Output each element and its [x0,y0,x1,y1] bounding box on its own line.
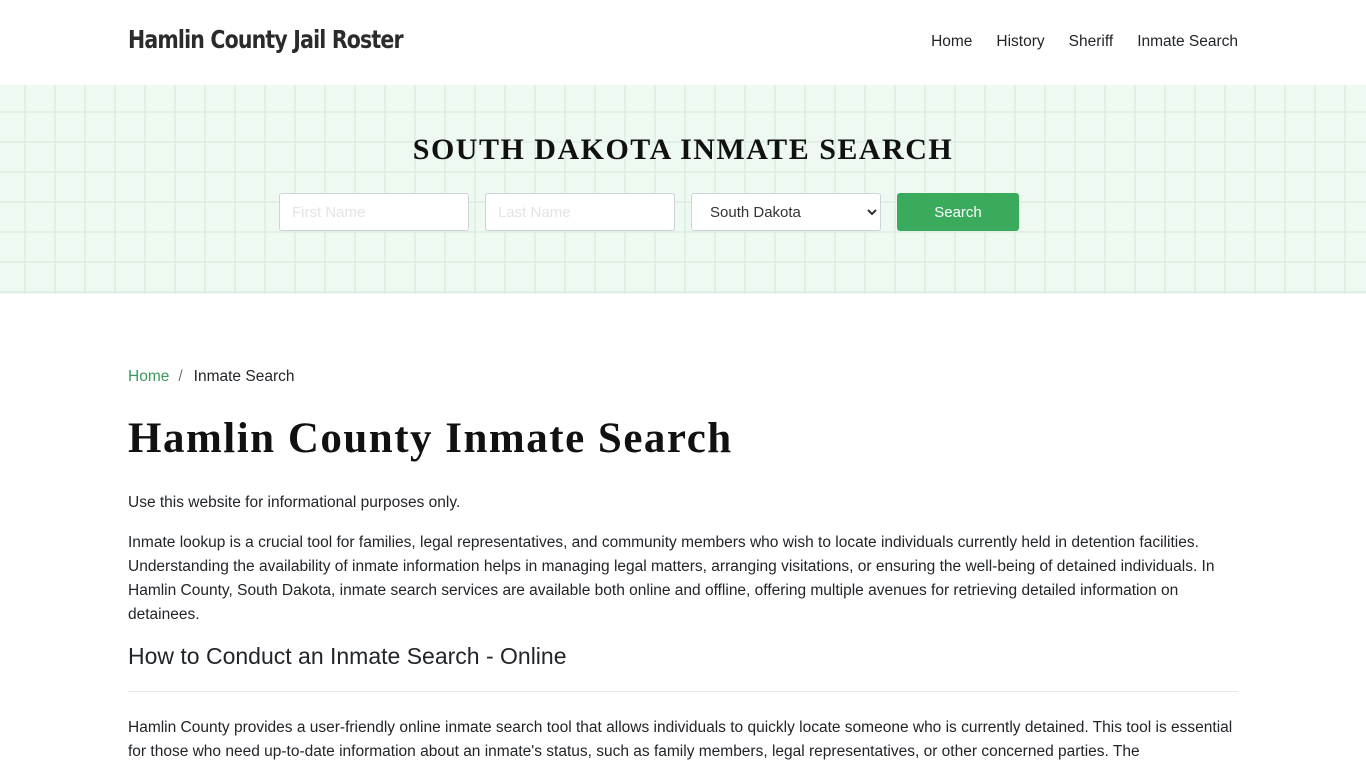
nav-item-history: History [996,33,1044,51]
first-name-input[interactable] [279,193,469,231]
nav-item-home: Home [931,33,972,51]
section-heading-online: How to Conduct an Inmate Search - Online [128,642,567,669]
main-nav: Home History Sheriff Inmate Search [931,33,1238,51]
breadcrumb: Home / Inmate Search [128,368,1238,386]
state-select[interactable]: South Dakota [691,193,881,231]
online-search-paragraph: Hamlin County provides a user-friendly o… [128,719,1233,761]
inmate-search-form: South Dakota Search [279,193,1019,231]
nav-item-sheriff: Sheriff [1069,33,1114,51]
main-content: Home / Inmate Search Hamlin County Inmat… [0,368,1366,764]
breadcrumb-current: Inmate Search [193,368,295,385]
navbar: Hamlin County Jail Roster Home History S… [0,0,1366,85]
search-hero: SOUTH DAKOTA INMATE SEARCH South Dakota … [0,85,1366,294]
section-divider [128,691,1238,693]
nav-link-inmate-search[interactable]: Inmate Search [1137,33,1238,50]
search-button[interactable]: Search [897,193,1019,231]
nav-link-history[interactable]: History [996,33,1044,50]
breadcrumb-separator: / [178,368,183,385]
page-title: Hamlin County Inmate Search [128,415,733,462]
nav-link-sheriff[interactable]: Sheriff [1069,33,1114,50]
last-name-input[interactable] [485,193,675,231]
breadcrumb-home-link[interactable]: Home [128,368,169,385]
intro-paragraph: Inmate lookup is a crucial tool for fami… [128,533,1215,623]
site-brand[interactable]: Hamlin County Jail Roster [128,25,404,54]
breadcrumb-item-home: Home [128,368,169,386]
disclaimer-text: Use this website for informational purpo… [128,493,461,511]
nav-link-home[interactable]: Home [931,33,972,50]
nav-item-inmate-search: Inmate Search [1137,33,1238,51]
hero-title: SOUTH DAKOTA INMATE SEARCH [412,133,954,166]
